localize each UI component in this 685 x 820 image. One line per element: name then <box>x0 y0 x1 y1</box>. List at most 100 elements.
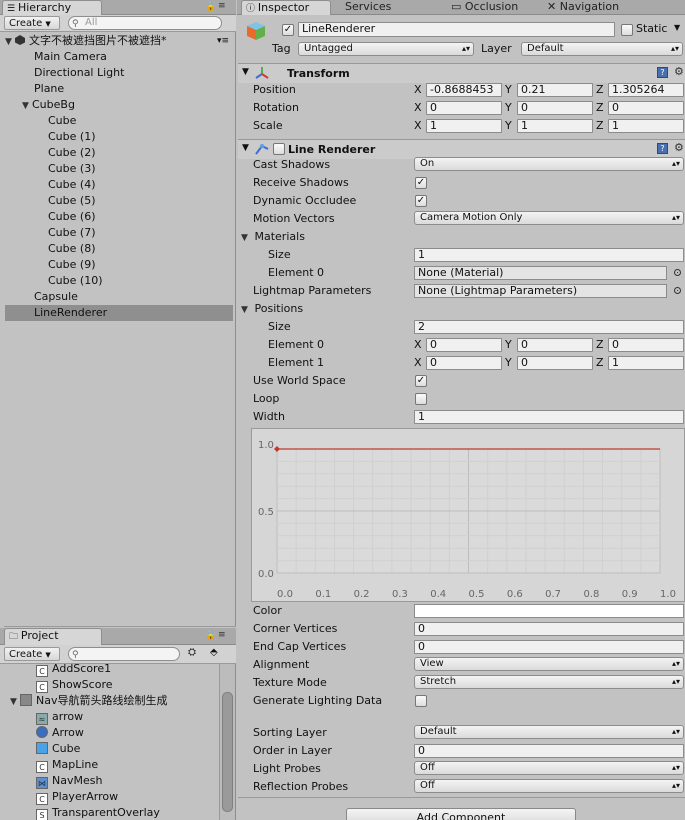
gear-icon[interactable]: ⚙ <box>674 141 684 154</box>
line-renderer-header[interactable]: ▼ Line Renderer ? ⚙ <box>238 139 685 159</box>
scale-x-field[interactable]: 1 <box>426 119 502 133</box>
hierarchy-item[interactable]: Cube (3) <box>5 161 233 177</box>
project-item[interactable]: Arrow <box>36 725 84 741</box>
lock-icon[interactable]: 🔒 <box>205 631 216 641</box>
light-probes-dropdown[interactable]: Off ▴▾ <box>414 761 684 775</box>
panel-menu-icon[interactable]: ≡ <box>218 630 226 640</box>
position-element0-z-field[interactable]: 0 <box>608 338 684 352</box>
expand-arrow-icon[interactable]: ▼ <box>5 34 15 50</box>
hierarchy-item[interactable]: Plane <box>5 81 233 97</box>
hierarchy-item[interactable]: Cube (8) <box>5 241 233 257</box>
project-item[interactable]: ≈ arrow <box>36 709 83 725</box>
tab-services[interactable]: Services <box>341 0 431 15</box>
filter-label-icon[interactable]: ⬘ <box>210 647 218 658</box>
project-item[interactable]: ⋈ NavMesh <box>36 773 102 789</box>
transform-header[interactable]: ▼ Transform ? ⚙ <box>238 63 685 83</box>
project-create-button[interactable]: Create ▼ <box>4 647 60 661</box>
dynamic-occludee-checkbox[interactable]: ✓ <box>415 195 427 207</box>
hierarchy-item[interactable]: Cube (7) <box>5 225 233 241</box>
width-curve-editor[interactable]: 0.0 0.1 0.2 0.3 0.4 0.5 0.6 0.7 0.8 0.9 1.0 0.0 0.5 1… <box>251 428 685 602</box>
position-element0-x-field[interactable]: 0 <box>426 338 502 352</box>
scale-y-field[interactable]: 1 <box>517 119 593 133</box>
sorting-layer-dropdown[interactable]: Default ▴▾ <box>414 725 684 739</box>
expand-arrow-icon[interactable]: ▼ <box>241 302 251 318</box>
project-item[interactable]: C AddScore1 <box>36 661 111 677</box>
project-item[interactable]: C MapLine <box>36 757 98 773</box>
use-world-space-checkbox[interactable]: ✓ <box>415 375 427 387</box>
lock-icon[interactable]: 🔒 <box>205 2 216 12</box>
layer-dropdown[interactable]: Default ▴▾ <box>521 42 683 56</box>
scene-menu-icon[interactable]: ▾≡ <box>217 33 229 49</box>
panel-menu-icon[interactable]: ≡ <box>218 1 226 11</box>
width-field[interactable]: 1 <box>414 410 684 424</box>
tag-dropdown[interactable]: Untagged ▴▾ <box>298 42 474 56</box>
position-element0-y-field[interactable]: 0 <box>517 338 593 352</box>
tab-hierarchy[interactable]: ☰ Hierarchy <box>2 0 102 15</box>
generate-lighting-checkbox[interactable] <box>415 695 427 707</box>
cast-shadows-dropdown[interactable]: On ▴▾ <box>414 157 684 171</box>
hierarchy-item[interactable]: Directional Light <box>5 65 233 81</box>
color-gradient-field[interactable] <box>414 604 684 618</box>
lightmap-params-field[interactable]: None (Lightmap Parameters) <box>414 284 667 298</box>
project-item[interactable]: ▼ Nav导航箭头路线绘制生成 <box>10 693 167 709</box>
project-item[interactable]: C ShowScore <box>36 677 113 693</box>
filter-type-icon[interactable]: ⛭ <box>188 647 196 658</box>
motion-vectors-dropdown[interactable]: Camera Motion Only ▴▾ <box>414 211 684 225</box>
scrollbar-thumb[interactable] <box>222 692 233 812</box>
rotation-x-field[interactable]: 0 <box>426 101 502 115</box>
hierarchy-item[interactable]: Cube (5) <box>5 193 233 209</box>
hierarchy-item[interactable]: Capsule <box>5 289 233 305</box>
scene-row[interactable]: ▼ 文字不被遮挡图片不被遮挡* ▾≡ <box>5 33 235 49</box>
hierarchy-create-button[interactable]: Create ▼ <box>4 16 60 30</box>
hierarchy-item[interactable]: Cube (9) <box>5 257 233 273</box>
static-checkbox[interactable] <box>621 24 633 36</box>
order-in-layer-field[interactable]: 0 <box>414 744 684 758</box>
position-element1-y-field[interactable]: 0 <box>517 356 593 370</box>
tab-navigation[interactable]: ✕ Navigation <box>543 0 653 15</box>
gear-icon[interactable]: ⚙ <box>674 65 684 78</box>
hierarchy-item[interactable]: Cube <box>5 113 233 129</box>
width-curve-chart[interactable]: 0.0 0.1 0.2 0.3 0.4 0.5 0.6 0.7 0.8 0.9 1.0 0.0 0.5 1… <box>252 429 685 603</box>
hierarchy-item[interactable]: Main Camera <box>5 49 233 65</box>
loop-checkbox[interactable] <box>415 393 427 405</box>
hierarchy-item[interactable]: Cube (10) <box>5 273 233 289</box>
collapse-arrow-icon[interactable]: ▼ <box>242 67 249 77</box>
scale-z-field[interactable]: 1 <box>608 119 684 133</box>
tab-project[interactable]: 🗀 Project <box>4 628 102 645</box>
positions-size-field[interactable]: 2 <box>414 320 684 334</box>
reflection-probes-dropdown[interactable]: Off ▴▾ <box>414 779 684 793</box>
rotation-z-field[interactable]: 0 <box>608 101 684 115</box>
expand-arrow-icon[interactable]: ▼ <box>22 98 32 114</box>
hierarchy-item[interactable]: Cube (6) <box>5 209 233 225</box>
position-z-field[interactable]: 1.305264 <box>608 83 684 97</box>
help-icon[interactable]: ? <box>657 67 668 78</box>
collapse-arrow-icon[interactable]: ▼ <box>242 143 249 153</box>
materials-foldout[interactable]: ▼ Materials <box>241 229 305 245</box>
component-enabled-checkbox[interactable] <box>273 143 285 155</box>
position-element1-z-field[interactable]: 1 <box>608 356 684 370</box>
project-item[interactable]: Cube <box>36 741 80 757</box>
position-y-field[interactable]: 0.21 <box>517 83 593 97</box>
positions-foldout[interactable]: ▼ Positions <box>241 301 303 317</box>
material-element0-field[interactable]: None (Material) <box>414 266 667 280</box>
object-picker-icon[interactable] <box>674 287 681 294</box>
materials-size-field[interactable]: 1 <box>414 248 684 262</box>
project-item[interactable]: S TransparentOverlay <box>36 805 160 820</box>
end-cap-vertices-field[interactable]: 0 <box>414 640 684 654</box>
hierarchy-item[interactable]: Cube (2) <box>5 145 233 161</box>
project-scrollbar[interactable] <box>219 664 235 820</box>
position-element1-x-field[interactable]: 0 <box>426 356 502 370</box>
project-search-input[interactable]: ⚲ <box>68 647 180 661</box>
tab-inspector[interactable]: ⓘ Inspector <box>241 0 331 15</box>
position-x-field[interactable]: -0.8688453 <box>426 83 502 97</box>
alignment-dropdown[interactable]: View ▴▾ <box>414 657 684 671</box>
add-component-button[interactable]: Add Component <box>346 808 576 820</box>
hierarchy-item[interactable]: ▼ CubeBg <box>5 97 233 113</box>
static-dropdown-icon[interactable]: ▼ <box>674 23 680 32</box>
receive-shadows-checkbox[interactable]: ✓ <box>415 177 427 189</box>
active-checkbox[interactable]: ✓ <box>282 24 294 36</box>
rotation-y-field[interactable]: 0 <box>517 101 593 115</box>
hierarchy-item[interactable]: Cube (1) <box>5 129 233 145</box>
tab-occlusion[interactable]: ▭ Occlusion <box>447 0 547 15</box>
corner-vertices-field[interactable]: 0 <box>414 622 684 636</box>
